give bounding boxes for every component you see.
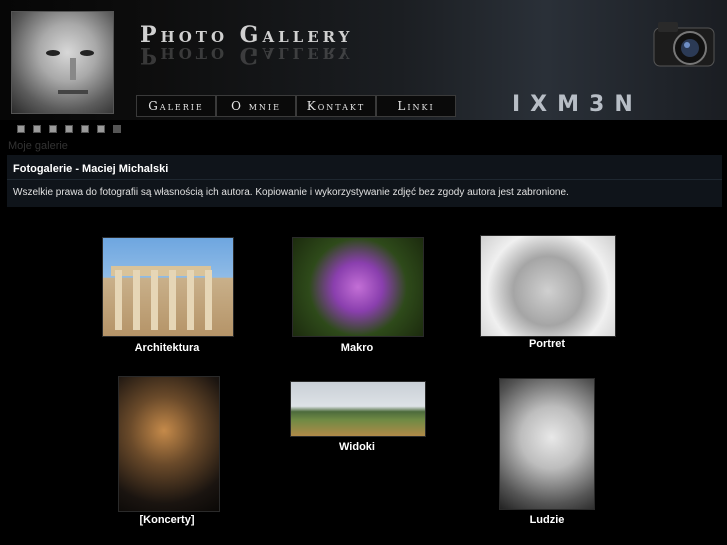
gallery-caption-portret[interactable]: Portret <box>529 338 565 350</box>
gallery-caption-ludzie[interactable]: Ludzie <box>530 514 565 526</box>
gallery-thumb-koncerty[interactable] <box>118 376 220 512</box>
nav-linki[interactable]: Linki <box>376 95 456 117</box>
gallery-thumb-makro[interactable] <box>292 237 424 337</box>
author-portrait <box>11 11 114 114</box>
nav-kontakt[interactable]: Kontakt <box>296 95 376 117</box>
info-text: Wszelkie prawa do fotografii są własnośc… <box>13 187 569 198</box>
pagination-dots <box>17 125 121 133</box>
camera-icon <box>653 22 715 67</box>
dot[interactable] <box>17 125 25 133</box>
info-divider <box>7 179 722 180</box>
gallery-caption-koncerty[interactable]: [Koncerty] <box>139 514 194 526</box>
dot[interactable] <box>49 125 57 133</box>
site-title-reflection: Photo Gallery <box>140 42 354 68</box>
nav-o-mnie[interactable]: O mnie <box>216 95 296 117</box>
dot[interactable] <box>97 125 105 133</box>
gallery-caption-widoki[interactable]: Widoki <box>339 441 375 453</box>
gallery-caption-architektura[interactable]: Architektura <box>135 342 200 354</box>
dot[interactable] <box>33 125 41 133</box>
header-banner: Photo Gallery Photo Gallery IXM3N Galeri… <box>0 0 727 120</box>
dot[interactable] <box>113 125 121 133</box>
nav-galerie[interactable]: Galerie <box>136 95 216 117</box>
dot[interactable] <box>81 125 89 133</box>
gallery-caption-makro[interactable]: Makro <box>341 342 373 354</box>
gallery-thumb-widoki[interactable] <box>290 381 426 437</box>
gallery-thumb-ludzie[interactable] <box>499 378 595 510</box>
dot[interactable] <box>65 125 73 133</box>
info-box: Fotogalerie - Maciej Michalski Wszelkie … <box>7 155 722 207</box>
info-title: Fotogalerie - Maciej Michalski <box>13 163 169 175</box>
gallery-thumb-architektura[interactable] <box>102 237 234 337</box>
album-label: Moje galerie <box>8 140 68 152</box>
brand-logo: IXM3N <box>512 92 643 117</box>
main-nav: Galerie O mnie Kontakt Linki <box>136 95 456 117</box>
gallery-thumb-portret[interactable] <box>480 235 616 337</box>
